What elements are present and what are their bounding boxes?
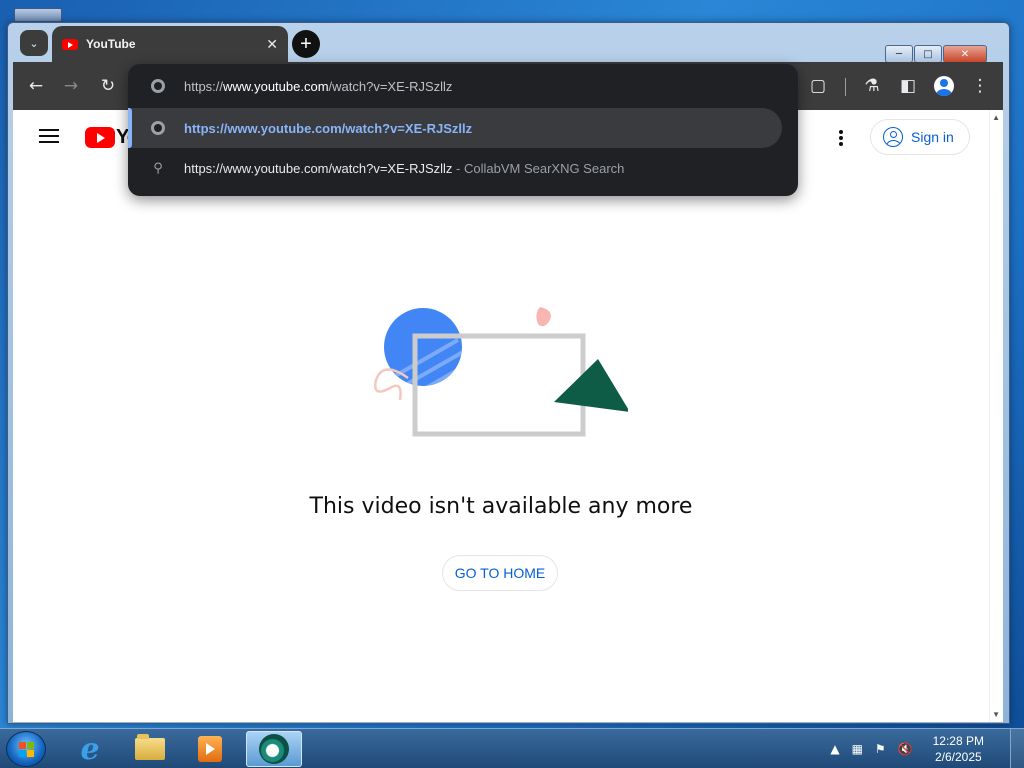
internet-explorer-icon: e <box>80 731 100 767</box>
omnibox-suggestion-url[interactable]: https://www.youtube.com/watch?v=XE-RJSzl… <box>128 108 782 148</box>
youtube-favicon-icon <box>62 38 78 50</box>
profile-avatar-icon[interactable] <box>929 62 959 110</box>
new-tab-button[interactable]: + <box>292 30 320 58</box>
minimize-button[interactable]: ─ <box>885 45 913 63</box>
address-bar[interactable]: https://www.youtube.com/watch?v=XE-RJSzl… <box>128 66 798 106</box>
labs-flask-icon[interactable]: ⚗ <box>857 62 887 110</box>
suggestion-suffix: - CollabVM SearXNG Search <box>452 160 625 176</box>
network-icon[interactable]: ▦ <box>852 742 863 756</box>
folder-icon <box>135 734 165 760</box>
show-desktop-button[interactable] <box>1010 729 1024 768</box>
window-controls: ─ □ ✕ <box>885 45 987 63</box>
clock[interactable]: 12:28 PM 2/6/2025 <box>933 733 984 765</box>
browser-app-icon <box>259 734 289 764</box>
browser-menu-icon[interactable]: ⋮ <box>965 62 995 110</box>
back-arrow-icon[interactable]: ← <box>21 62 51 110</box>
vertical-scrollbar[interactable]: ▲ ▼ <box>989 110 1003 722</box>
taskbar-browser[interactable] <box>246 731 302 767</box>
scroll-down-icon[interactable]: ▼ <box>992 710 1000 719</box>
settings-kebab-icon[interactable] <box>831 128 851 148</box>
tab-title: YouTube <box>86 37 136 51</box>
go-to-home-button[interactable]: GO TO HOME <box>442 555 558 591</box>
start-button[interactable] <box>6 731 46 767</box>
show-hidden-icons-icon[interactable]: ▲ <box>830 742 839 756</box>
action-center-flag-icon[interactable]: ⚑ <box>875 742 886 756</box>
youtube-play-icon <box>85 127 115 148</box>
suggestion-text: https://www.youtube.com/watch?v=XE-RJSzl… <box>184 160 625 176</box>
windows-logo-icon <box>19 742 35 758</box>
tab-search-button[interactable]: ⌄ <box>20 30 48 56</box>
site-info-icon[interactable] <box>151 79 165 93</box>
page-content: Yo Sign in This video isn't available an… <box>13 110 1003 722</box>
taskbar: e ▲ ▦ ⚑ 🔇 12:28 PM 2/6/2025 <box>0 728 1024 768</box>
globe-icon <box>151 121 165 135</box>
media-player-icon <box>198 736 222 762</box>
suggestion-text: https://www.youtube.com/watch?v=XE-RJSzl… <box>184 120 473 136</box>
omnibox-dropdown: https://www.youtube.com/watch?v=XE-RJSzl… <box>128 64 798 196</box>
reload-icon[interactable]: ↻ <box>93 62 123 110</box>
tab-close-icon[interactable]: ✕ <box>266 36 278 53</box>
maximize-button[interactable]: □ <box>914 45 942 63</box>
sign-in-button[interactable]: Sign in <box>870 119 970 155</box>
clock-time: 12:28 PM <box>932 734 984 748</box>
omnibox-suggestion-search[interactable]: ⚲ https://www.youtube.com/watch?v=XE-RJS… <box>128 148 798 188</box>
tab-youtube[interactable]: YouTube ✕ <box>52 26 288 62</box>
clock-date: 2/6/2025 <box>934 750 982 764</box>
taskbar-file-explorer[interactable] <box>122 731 178 767</box>
desktop-icon[interactable] <box>14 8 62 22</box>
address-bar-text[interactable]: https://www.youtube.com/watch?v=XE-RJSzl… <box>184 79 452 94</box>
extensions-icon[interactable]: ▢ <box>803 62 833 110</box>
unavailable-video-illustration <box>374 307 628 437</box>
taskbar-internet-explorer[interactable]: e <box>62 731 118 767</box>
forward-arrow-icon[interactable]: → <box>56 62 86 110</box>
chevron-down-icon: ⌄ <box>29 37 39 50</box>
taskbar-media-player[interactable] <box>182 731 238 767</box>
scroll-up-icon[interactable]: ▲ <box>992 113 1000 122</box>
volume-muted-icon[interactable]: 🔇 <box>898 742 913 756</box>
close-window-button[interactable]: ✕ <box>943 45 987 63</box>
system-tray: ▲ ▦ ⚑ 🔇 12:28 PM 2/6/2025 <box>830 729 984 768</box>
sign-in-label: Sign in <box>911 129 954 145</box>
account-circle-icon <box>883 127 903 147</box>
hamburger-menu-icon[interactable] <box>39 129 59 143</box>
search-icon: ⚲ <box>153 160 163 176</box>
error-message: This video isn't available any more <box>309 494 693 519</box>
side-panel-icon[interactable]: ◧ <box>893 62 923 110</box>
toolbar-divider <box>845 78 846 96</box>
